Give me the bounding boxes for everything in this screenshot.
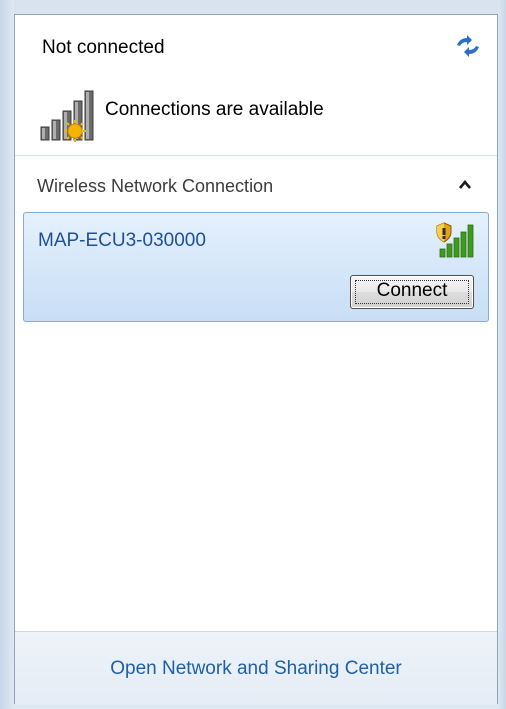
- refresh-button[interactable]: [453, 33, 483, 59]
- connection-status-subtitle: Connections are available: [105, 99, 324, 120]
- refresh-icon: [457, 35, 479, 57]
- signal-bars-warning-icon: [39, 89, 101, 143]
- network-flyout: Not connected Connections are available …: [0, 0, 506, 709]
- open-network-sharing-center-link[interactable]: Open Network and Sharing Center: [15, 658, 497, 680]
- window-right-edge: [498, 0, 506, 709]
- network-list-item[interactable]: MAP-ECU3-030000 Connect: [23, 212, 489, 322]
- window-left-edge: [0, 0, 14, 709]
- connect-button[interactable]: Connect: [350, 275, 474, 309]
- connect-button-label: Connect: [376, 280, 448, 301]
- network-name: MAP-ECU3-030000: [38, 230, 206, 251]
- wifi-signal-secured-icon: [436, 222, 474, 258]
- chevron-up-icon: [459, 179, 471, 189]
- connection-status-title: Not connected: [42, 37, 165, 58]
- window-top-edge: [0, 0, 506, 14]
- flyout-panel: Not connected Connections are available …: [14, 14, 498, 705]
- flyout-footer: Open Network and Sharing Center: [15, 631, 497, 705]
- wireless-section-label: Wireless Network Connection: [37, 176, 274, 196]
- wireless-section-header[interactable]: Wireless Network Connection: [15, 156, 497, 212]
